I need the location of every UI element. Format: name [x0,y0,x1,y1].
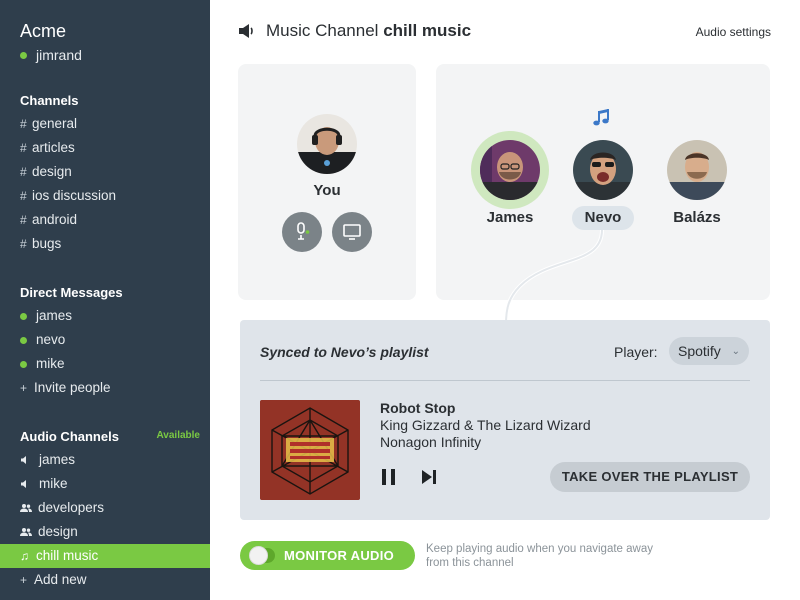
audio-channel-mike[interactable]: mike [0,472,210,496]
page-title: Music Channel chill music [266,21,472,40]
online-status-dot [20,312,27,320]
channel-item-bugs[interactable]: # bugs [0,232,210,256]
online-status-dot [20,360,27,368]
speaker-icon [21,456,26,464]
divider [260,380,750,381]
speaker-icon [239,24,253,38]
current-user[interactable]: jimrand [20,47,82,63]
sidebar: Acme jimrand Channels # general # articles… [0,0,210,600]
track-title: Robot Stop [380,400,456,416]
channel-item-ios-discussion[interactable]: # ios discussion [0,184,210,208]
audio-channel-developers[interactable]: developers [0,496,210,520]
track-album: Nonagon Infinity [380,434,482,450]
pause-icon[interactable] [380,468,398,486]
skip-next-icon[interactable] [420,468,438,486]
audio-settings-link[interactable]: Audio settings [696,25,771,39]
online-status-dot [20,336,27,344]
channel-item-design[interactable]: # design [0,160,210,184]
speaker-icon [21,480,26,488]
audio-channels-list: james mike developers design ♫ chill mus… [0,448,210,592]
monitor-icon [343,224,361,240]
chevron-down-icon: ⌄ [731,346,740,357]
participant-name-balazs: Balázs [673,209,721,226]
participant-name-james: James [486,209,534,226]
people-icon [20,504,32,512]
invite-people-button[interactable]: + Invite people [0,376,210,400]
audio-channel-design[interactable]: design [0,520,210,544]
online-status-dot [20,51,27,59]
hash-icon: # [20,237,27,251]
audio-channel-james[interactable]: james [0,448,210,472]
channels-list: # general # articles # design # ios discussi… [0,112,210,256]
microphone-icon [297,222,310,240]
hash-icon: # [20,165,27,179]
monitor-audio-button[interactable]: MONITOR AUDIO [240,541,415,570]
avatar-nevo[interactable] [573,140,633,200]
workspace-name[interactable]: Acme [20,21,66,42]
player-select[interactable]: Spotify ⌄ [669,337,749,365]
take-over-playlist-button[interactable]: TAKE OVER THE PLAYLIST [550,462,750,492]
track-artist: King Gizzard & The Lizard Wizard [380,417,591,433]
dm-item-james[interactable]: james [0,304,210,328]
player-label: Player: [614,344,658,360]
dm-item-mike[interactable]: mike [0,352,210,376]
plus-icon: + [20,573,28,587]
player-select-value: Spotify [678,343,721,359]
album-art [260,400,360,500]
plus-icon: + [20,381,28,395]
participant-name-nevo: Nevo [584,209,622,226]
hash-icon: # [20,117,27,131]
music-note-icon: ♫ [20,549,29,563]
current-user-name: jimrand [36,47,82,63]
people-icon [20,528,32,536]
channel-item-android[interactable]: # android [0,208,210,232]
music-note-icon [593,109,609,126]
self-name: You [313,182,341,199]
channels-heading: Channels [20,93,79,108]
monitor-audio-label: MONITOR AUDIO [284,548,395,563]
audio-status-badge: Available [156,430,200,441]
synced-status: Synced to Nevo’s playlist [260,344,429,360]
mic-toggle-button[interactable] [282,212,322,252]
channel-header: Music Channel chill music [238,20,471,42]
dm-list: james nevo mike + Invite people [0,304,210,400]
channel-name: chill music [383,21,472,40]
hash-icon: # [20,213,27,227]
screen-share-button[interactable] [332,212,372,252]
audio-channels-heading: Audio Channels [20,429,119,444]
hash-icon: # [20,141,27,155]
monitor-audio-description: Keep playing audio when you navigate awa… [426,543,653,569]
avatar-balazs[interactable] [667,140,727,200]
hash-icon: # [20,189,27,203]
toggle-knob [249,546,268,565]
direct-messages-heading: Direct Messages [20,285,123,300]
add-audio-channel-button[interactable]: + Add new [0,568,210,592]
channel-item-general[interactable]: # general [0,112,210,136]
dm-item-nevo[interactable]: nevo [0,328,210,352]
channel-item-articles[interactable]: # articles [0,136,210,160]
connector-line [504,229,604,325]
avatar-james[interactable] [480,140,540,200]
monitor-audio-toggle[interactable] [249,546,275,565]
avatar-you [297,114,357,174]
audio-channel-chill-music[interactable]: ♫ chill music [0,544,210,568]
playlist-panel: Synced to Nevo’s playlist Player: Spotif… [240,320,770,520]
